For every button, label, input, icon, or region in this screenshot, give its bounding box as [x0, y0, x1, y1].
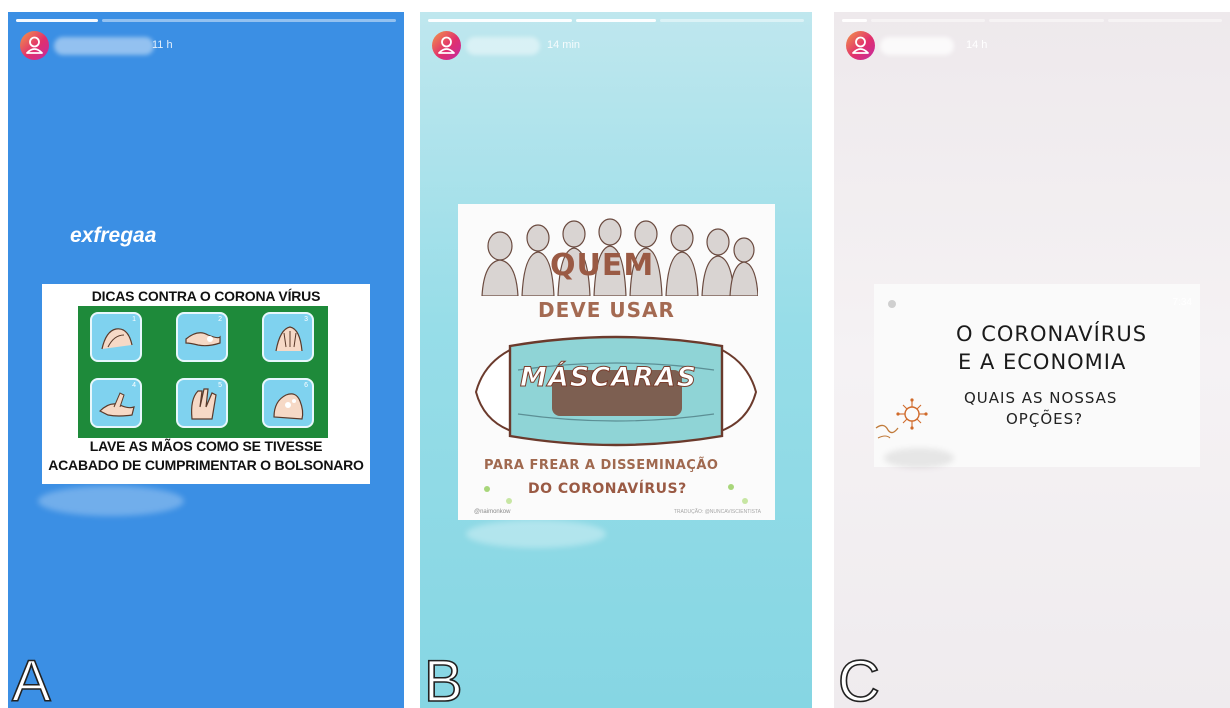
blurred-mention [466, 520, 606, 548]
post-menu-dot [888, 300, 896, 308]
card-caption-line: ACABADO DE CUMPRIMENTAR O BOLSONARO [48, 457, 364, 473]
avatar[interactable] [432, 31, 461, 60]
handwashing-step: 2 [176, 312, 228, 362]
user-icon [438, 36, 455, 54]
virus-icon [875, 398, 928, 439]
title-line-2: E A ECONOMIA [958, 350, 1127, 374]
handwashing-icon [98, 392, 135, 417]
decor-dot [506, 498, 512, 504]
author-handle: @naimonkow [474, 509, 511, 515]
avatar[interactable] [20, 31, 49, 60]
shared-post-card[interactable]: DICAS CONTRA O CORONA VÍRUS 1 2 3 4 5 6 … [42, 284, 370, 484]
user-icon [852, 36, 869, 54]
blurred-username [466, 37, 540, 55]
progress-segment [576, 19, 656, 22]
blurred-mention [884, 448, 954, 468]
story-progress-bar [842, 19, 1222, 22]
handwashing-icon [273, 393, 304, 420]
decor-dot [484, 486, 490, 492]
decor-dot [742, 498, 748, 504]
story-progress-bar [428, 19, 804, 22]
handwashing-step: 1 [90, 312, 142, 362]
progress-segment [989, 19, 1104, 22]
progress-segment [659, 19, 804, 22]
progress-segment [871, 19, 986, 22]
status-bar-clock: 7:34 [1172, 297, 1192, 308]
subheading-do-coronavirus: DO CORONAVÍRUS? [528, 481, 687, 497]
heading-mascaras: MÁSCARAS [519, 362, 698, 394]
handwashing-step: 3 [262, 312, 314, 362]
story-time: 14 min [547, 39, 581, 51]
story-caption: exfregaa [70, 224, 157, 247]
story-time: 11 h [152, 39, 173, 51]
decor-dot [728, 484, 734, 490]
card-caption-line: LAVE AS MÃOS COMO SE TIVESSE [89, 438, 323, 454]
handwashing-step: 4 [90, 378, 142, 428]
subtitle-line-2: OPÇÕES? [1006, 410, 1084, 428]
progress-segment [102, 19, 396, 22]
handwashing-icon [185, 332, 221, 347]
subheading-para-frear: PARA FREAR A DISSEMINAÇÃO [484, 458, 719, 473]
blurred-username [54, 37, 154, 55]
story-panel-a[interactable]: 11 h exfregaa DICAS CONTRA O CORONA VÍRU… [8, 12, 404, 708]
handwashing-steps-grid: 1 2 3 4 5 6 [78, 306, 328, 438]
shared-post-card[interactable]: 7:34 O CORONAVÍRUS E A ECONOMIA QUAIS AS… [874, 284, 1200, 467]
subtitle-line-1: QUAIS AS NOSSAS [964, 389, 1118, 407]
story-progress-bar [16, 19, 396, 22]
story-panel-b[interactable]: 14 min QUEM DEVE USAR MÁSCARAS PARA FREA… [420, 12, 812, 708]
blurred-mention [38, 486, 184, 516]
progress-segment [16, 19, 99, 22]
story-time: 14 h [966, 39, 988, 51]
handwashing-icon [275, 326, 303, 352]
heading-deve-usar: DEVE USAR [538, 298, 675, 322]
blurred-username [880, 37, 954, 55]
progress-segment [1107, 19, 1222, 22]
card-title: DICAS CONTRA O CORONA VÍRUS [91, 288, 321, 304]
story-panel-c[interactable]: 14 h 7:34 O CORONAVÍRUS E A ECONOMIA QUA… [834, 12, 1230, 708]
handwashing-icon [101, 328, 133, 350]
translation-credit: TRADUÇÃO: @NUNCAVISCIENTISTA [673, 509, 761, 515]
title-line-1: O CORONAVÍRUS [956, 322, 1148, 346]
progress-segment [842, 19, 868, 22]
panel-letter: C [837, 649, 880, 708]
panel-letter: A [11, 649, 51, 708]
avatar[interactable] [846, 31, 875, 60]
progress-segment [428, 19, 573, 22]
panel-letter: B [423, 649, 463, 708]
user-icon [26, 36, 43, 54]
handwashing-step: 6 [262, 378, 314, 428]
handwashing-icon [191, 388, 217, 420]
heading-quem: QUEM [550, 248, 655, 283]
card-caption: LAVE AS MÃOS COMO SE TIVESSE ACABADO DE … [42, 437, 370, 475]
shared-post-card[interactable]: QUEM DEVE USAR MÁSCARAS PARA FREAR A DIS… [458, 204, 775, 520]
handwashing-step: 5 [176, 378, 228, 428]
